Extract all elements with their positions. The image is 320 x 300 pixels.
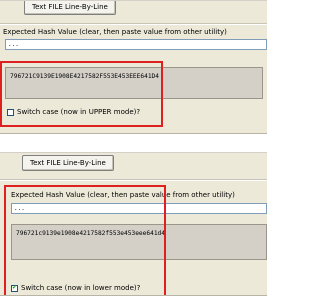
- switch-case-row[interactable]: ✔ Switch case (now in lower mode)?: [11, 283, 140, 293]
- switch-case-checkbox[interactable]: ✔: [11, 284, 18, 292]
- expected-hash-input[interactable]: ...: [11, 203, 267, 214]
- hash-output-value: 796721C9139E1908E4217582F553E453EEE641D4: [10, 73, 160, 80]
- checkmark-icon: ✔: [11, 284, 18, 291]
- bottom-window-panel: Text FILE Line-By-Line Expected Hash Val…: [0, 152, 267, 296]
- switch-case-row[interactable]: Switch case (now in UPPER mode)?: [7, 107, 140, 117]
- hash-output-value: 796721c9139e1908e4217582f553e453eee641d4: [16, 230, 166, 237]
- text-file-line-by-line-button[interactable]: Text FILE Line-By-Line: [24, 1, 116, 15]
- separator: [0, 23, 267, 25]
- expected-hash-label: Expected Hash Value (clear, then paste v…: [3, 28, 227, 36]
- top-window-panel: Text FILE Line-By-Line Expected Hash Val…: [0, 0, 267, 134]
- expected-hash-input[interactable]: ...: [5, 39, 267, 50]
- text-file-line-by-line-button[interactable]: Text FILE Line-By-Line: [22, 155, 114, 171]
- hash-output-box: 796721C9139E1908E4217582F553E453EEE641D4: [5, 67, 263, 99]
- switch-case-label: Switch case (now in lower mode)?: [21, 284, 141, 292]
- switch-case-label: Switch case (now in UPPER mode)?: [17, 108, 141, 116]
- separator: [0, 179, 267, 181]
- expected-hash-label: Expected Hash Value (clear, then paste v…: [11, 191, 235, 199]
- switch-case-checkbox[interactable]: [7, 108, 14, 116]
- hash-output-box: 796721c9139e1908e4217582f553e453eee641d4: [11, 224, 267, 260]
